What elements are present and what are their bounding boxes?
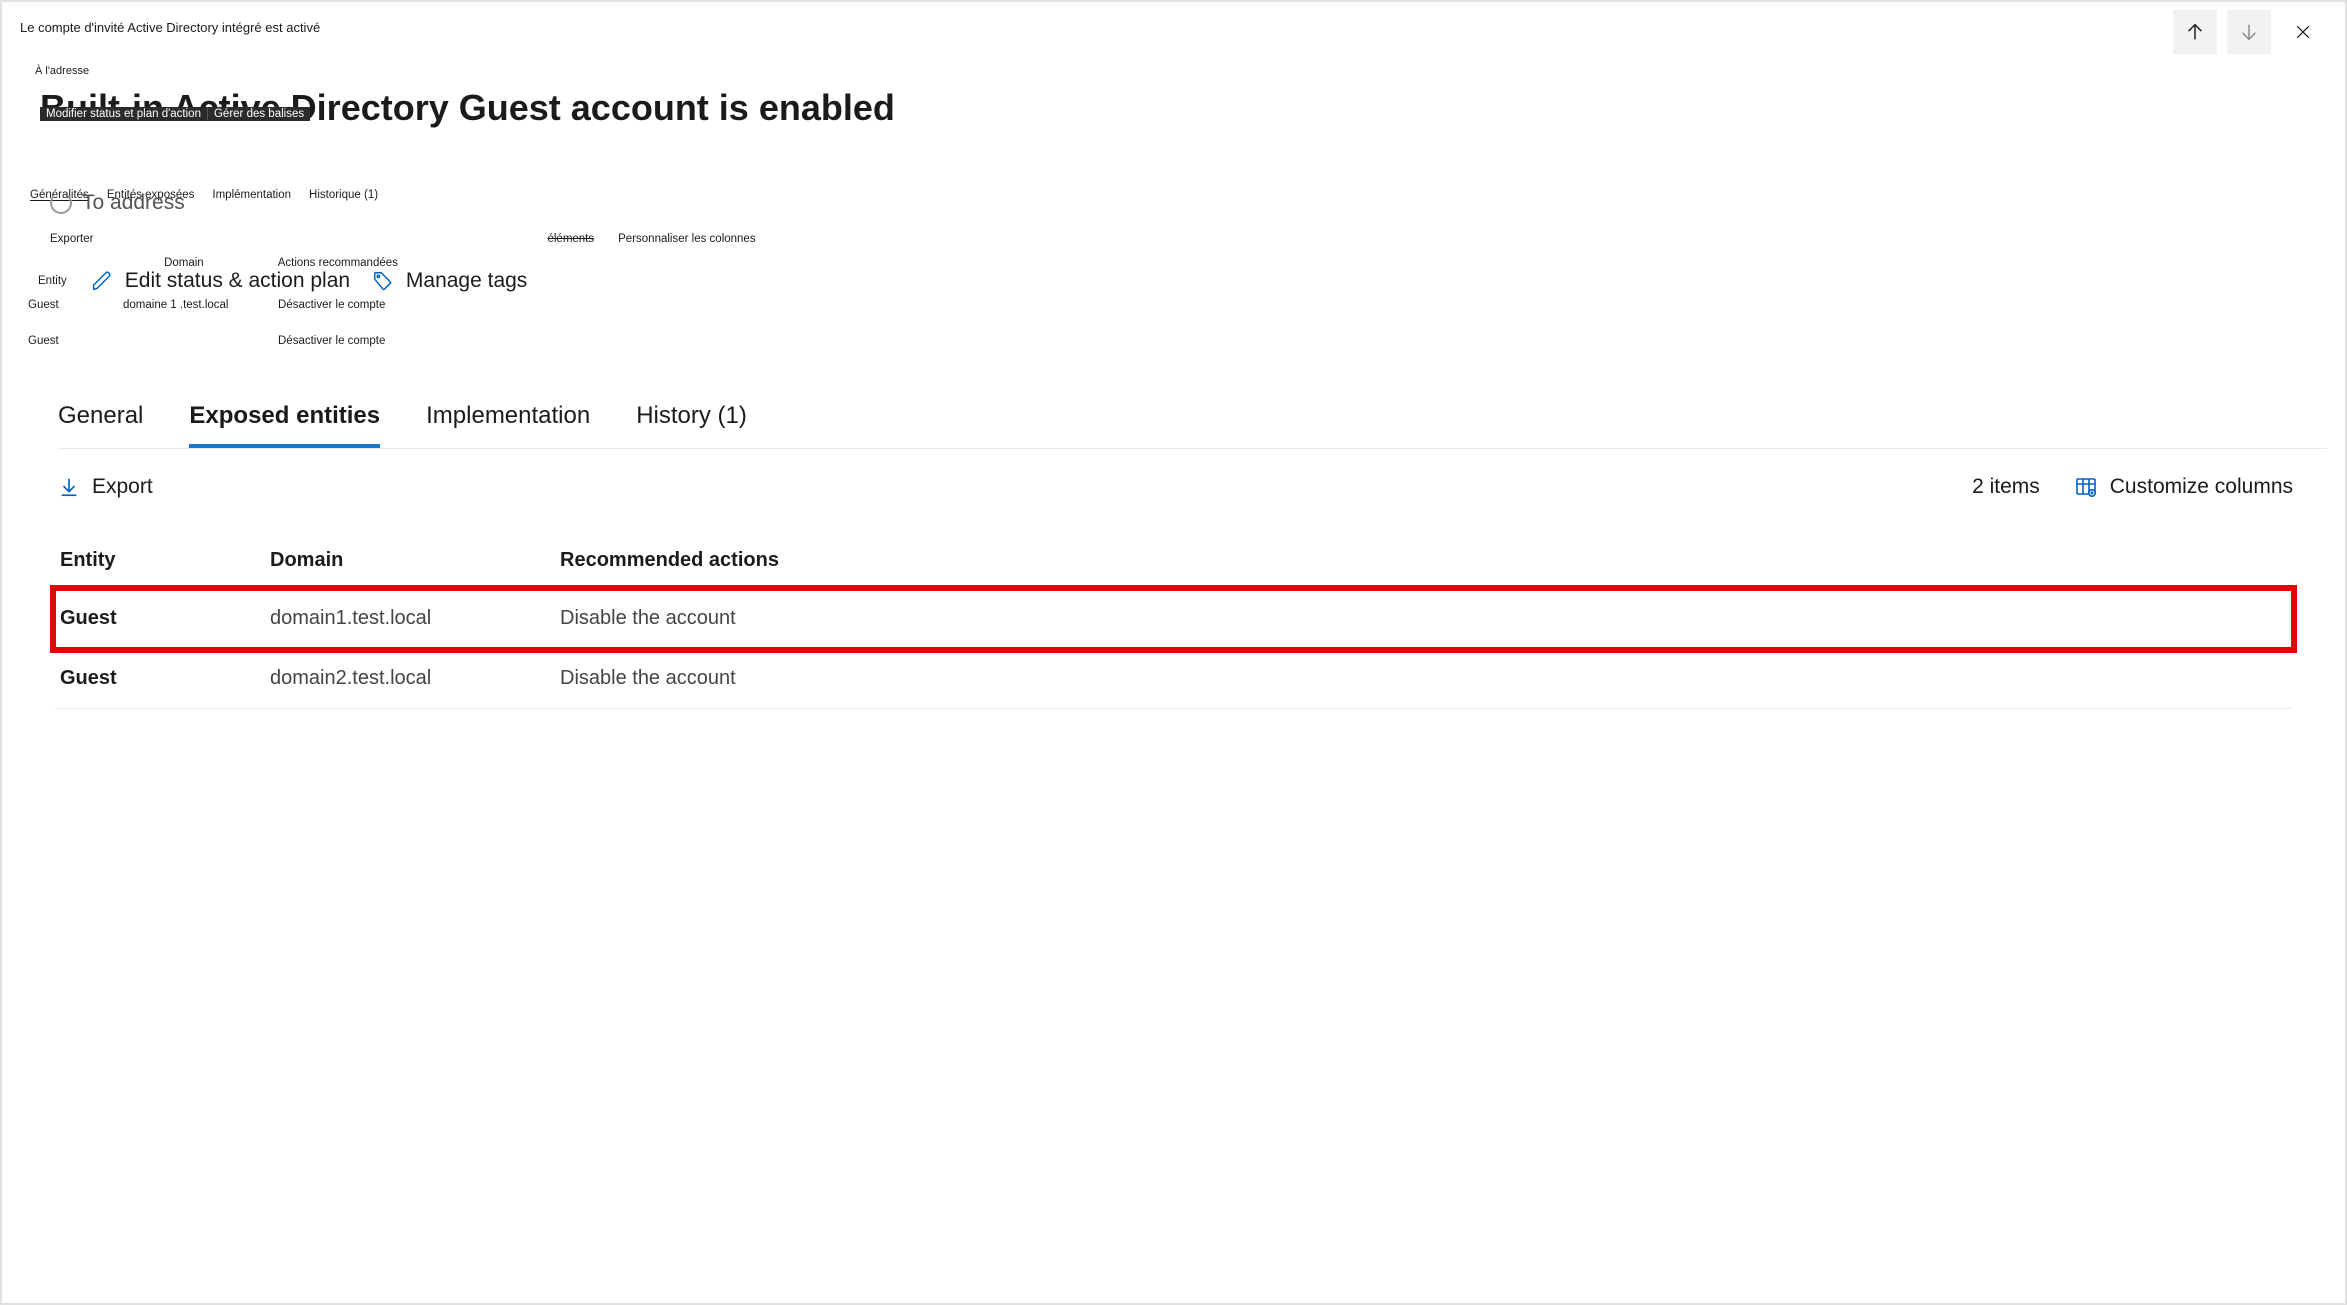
next-button[interactable] (2227, 10, 2271, 54)
export-icon (58, 476, 80, 498)
prev-button[interactable] (2173, 10, 2217, 54)
domain-label: Domain (164, 257, 204, 269)
table-header: Entity Domain Recommended actions (54, 549, 2293, 589)
customize-columns-button[interactable]: Customize columns (2074, 475, 2293, 499)
tab-exposed-entities[interactable]: Exposed entities (189, 402, 380, 448)
fr-export[interactable]: Exporter (50, 233, 93, 245)
to-address: To address (50, 191, 2327, 215)
manage-tags-button[interactable]: Manage tags (372, 269, 527, 293)
manage-tags-label: Manage tags (406, 269, 527, 293)
mini-entity: Guest (28, 299, 123, 311)
main-tabs: General Exposed entities Implementation … (58, 402, 2327, 449)
content: Le compte d'invité Active Directory inté… (2, 2, 2345, 749)
spinner-icon (50, 192, 72, 214)
tab-implementation[interactable]: Implementation (426, 402, 590, 448)
close-button[interactable] (2281, 10, 2325, 54)
export-button[interactable]: Export (58, 475, 153, 499)
entities-table: Entity Domain Recommended actions Guest … (20, 549, 2327, 709)
action-row: Entity Edit status & action plan Domain … (38, 269, 2327, 293)
toolbar: Export 2 items Customize columns (20, 475, 2327, 499)
mini-domain (123, 335, 278, 347)
header-domain[interactable]: Domain (270, 549, 560, 572)
cell-entity: Guest (60, 607, 270, 630)
mini-row-1: Guest domaine 1 .test.local Désactiver l… (20, 299, 2327, 311)
cell-domain: domain2.test.local (270, 667, 560, 690)
tag-icon (372, 270, 394, 292)
tooltip-bar: Modifier status et plan d'action Gérer d… (40, 107, 310, 121)
cell-domain: domain1.test.local (270, 607, 560, 630)
export-label: Export (92, 475, 153, 499)
cell-action: Disable the account (560, 607, 2293, 630)
items-count: 2 items (1972, 475, 2040, 499)
mini-action: Désactiver le compte (278, 299, 385, 311)
recommended-label: Actions recommandées (278, 257, 398, 269)
mini-action: Désactiver le compte (278, 335, 385, 347)
to-address-label: To address (82, 191, 185, 215)
window-controls (2173, 10, 2325, 54)
header-entity[interactable]: Entity (60, 549, 270, 572)
subtitle-fr: Le compte d'invité Active Directory inté… (20, 20, 2327, 35)
fr-customize[interactable]: Personnaliser les colonnes (618, 233, 755, 245)
panel: Le compte d'invité Active Directory inté… (0, 0, 2347, 1305)
entity-label: Entity (38, 275, 67, 287)
tooltip-edit: Modifier status et plan d'action (40, 108, 208, 120)
mini-row-2: Guest Désactiver le compte (20, 335, 2327, 347)
header-actions[interactable]: Recommended actions (560, 549, 2293, 572)
fr-second-row: Exporter éléments Personnaliser les colo… (50, 233, 2327, 245)
pencil-icon (91, 270, 113, 292)
edit-status-label: Edit status & action plan (125, 269, 350, 293)
at-address-label: À l'adresse (35, 65, 2327, 77)
cell-entity: Guest (60, 667, 270, 690)
mini-entity: Guest (28, 335, 123, 347)
arrow-down-icon (2238, 21, 2260, 43)
fr-items: éléments (547, 233, 594, 245)
title-overlap: Built-in Active Directory Guest account … (20, 87, 2327, 129)
close-icon (2293, 22, 2313, 42)
mini-domain: domaine 1 .test.local (123, 299, 278, 311)
arrow-up-icon (2184, 21, 2206, 43)
table-row[interactable]: Guest domain2.test.local Disable the acc… (54, 649, 2293, 709)
table-row[interactable]: Guest domain1.test.local Disable the acc… (54, 589, 2293, 649)
edit-status-button[interactable]: Edit status & action plan (91, 269, 350, 293)
customize-columns-label: Customize columns (2110, 475, 2293, 499)
tab-history[interactable]: History (1) (636, 402, 747, 448)
tab-general[interactable]: General (58, 402, 143, 448)
cell-action: Disable the account (560, 667, 2293, 690)
page-title: Built-in Active Directory Guest account … (40, 87, 2327, 129)
tooltip-tags: Gérer des balises (208, 108, 310, 120)
columns-icon (2074, 475, 2098, 499)
